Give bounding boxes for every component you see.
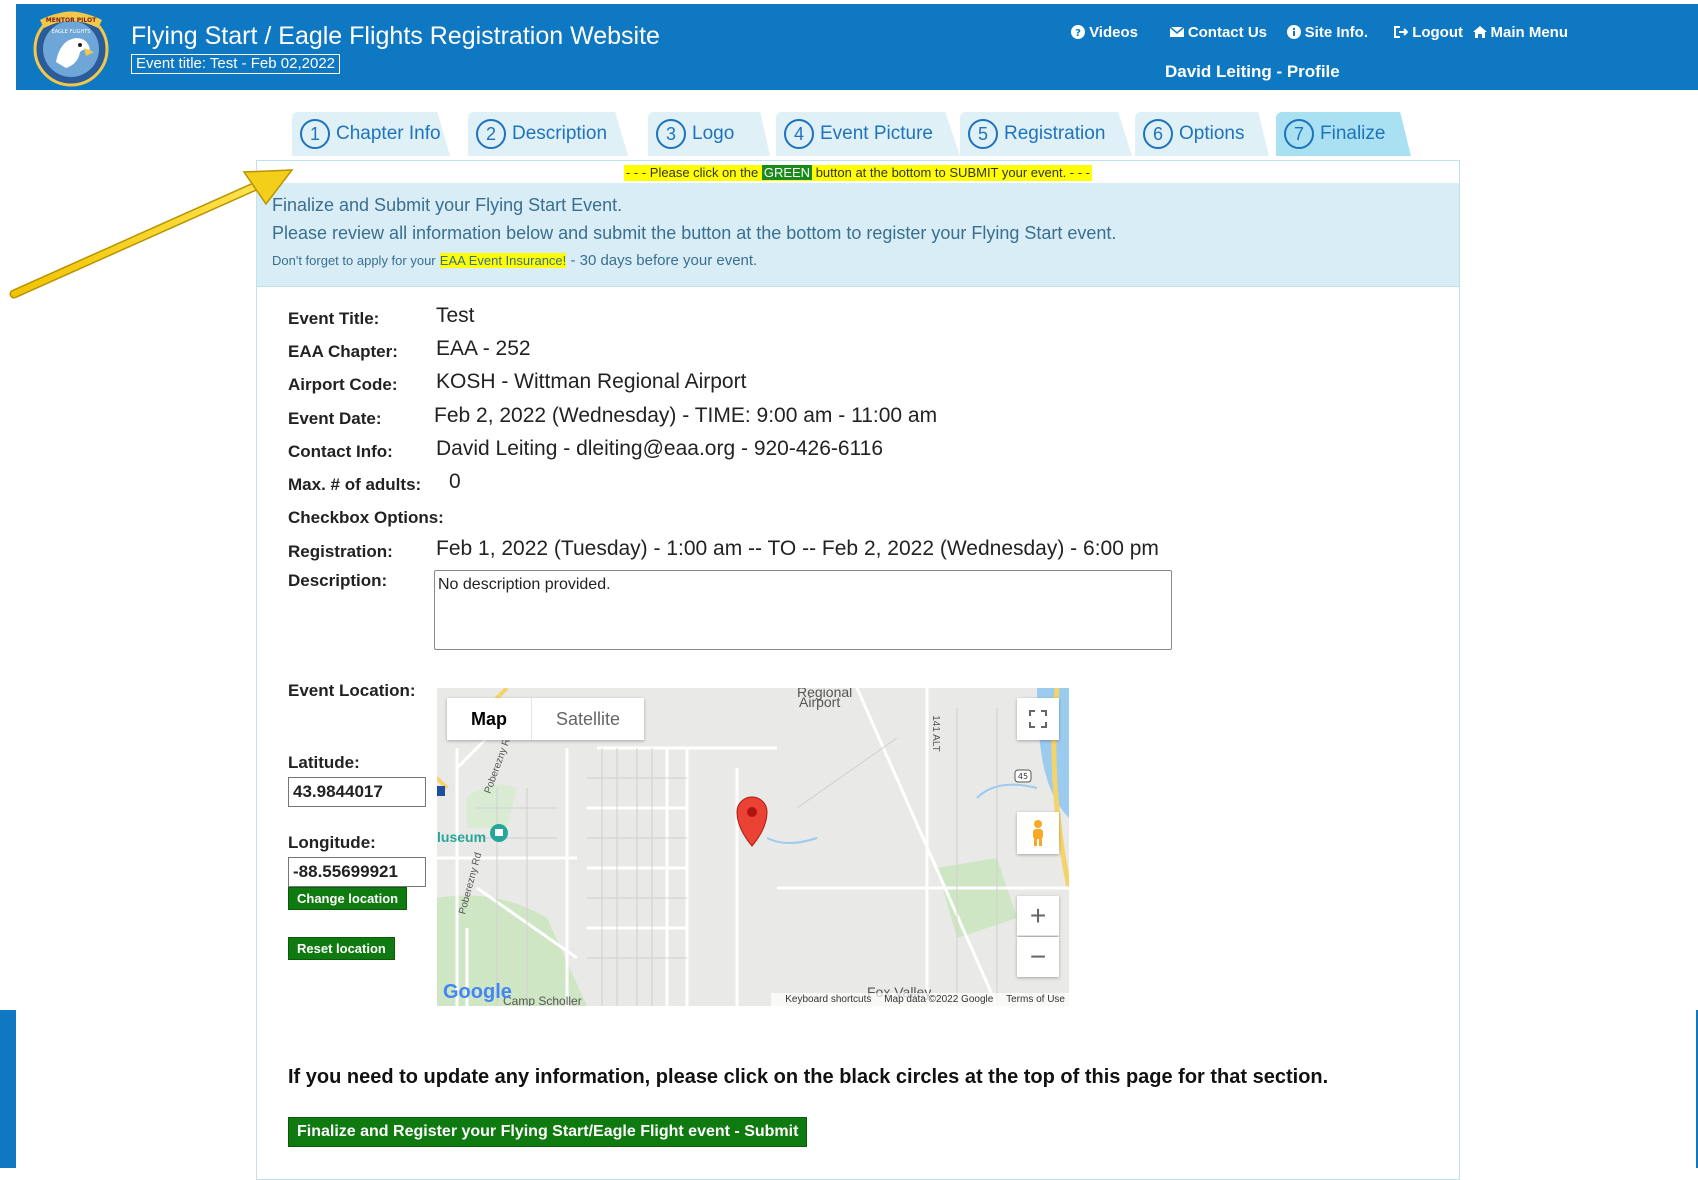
description-textarea[interactable]: No description provided. [434, 570, 1172, 650]
map-label-camp: Camp Scholler [503, 994, 582, 1006]
max-adults-label: Max. # of adults: [288, 475, 422, 494]
logout-icon [1394, 26, 1409, 38]
svg-text:?: ? [1075, 28, 1081, 39]
pegman-icon [1033, 820, 1043, 846]
profile-link[interactable]: David Leiting - Profile [1165, 62, 1340, 82]
contact-label: Contact Info: [288, 442, 393, 461]
airport-label: Airport Code: [288, 375, 398, 394]
nav-main-menu[interactable]: Main Menu [1472, 24, 1568, 41]
change-location-button[interactable]: Change location [288, 887, 408, 910]
latitude-label: Latitude: [288, 753, 360, 772]
event-date-label: Event Date: [288, 409, 382, 428]
satellite-view-button[interactable]: Satellite [532, 698, 644, 740]
info-line-3: Don't forget to apply for your EAA Event… [272, 252, 758, 269]
map-footer: Keyboard shortcuts Map data ©2022 Google… [771, 993, 1069, 1006]
insurance-link[interactable]: EAA Event Insurance! [439, 253, 567, 268]
event-date-value: Feb 2, 2022 (Wednesday) - TIME: 9:00 am … [434, 404, 938, 427]
longitude-label: Longitude: [288, 833, 376, 852]
tab-event-picture[interactable]: 4 Event Picture [776, 112, 960, 156]
annotation-arrow-icon [9, 169, 294, 299]
event-location-map[interactable]: 45 Regional Airport luseum Poberezny Rd … [437, 688, 1069, 1006]
svg-text:45: 45 [1018, 772, 1028, 781]
top-header: MENTOR PILOT EAGLE FLIGHTS Flying Start … [16, 4, 1698, 90]
checkbox-options-label: Checkbox Options: [288, 508, 444, 527]
event-title-label: Event Title: [288, 309, 380, 328]
info-line-2: Please review all information below and … [272, 223, 1117, 243]
map-type-control: Map Satellite [447, 698, 645, 740]
chapter-label: EAA Chapter: [288, 342, 398, 361]
event-location-label: Event Location: [288, 681, 416, 700]
nav-videos[interactable]: ? Videos [1071, 24, 1138, 41]
zoom-in-button[interactable]: + [1017, 896, 1059, 936]
eagle-flights-logo: MENTOR PILOT EAGLE FLIGHTS [33, 11, 109, 87]
registration-value: Feb 1, 2022 (Tuesday) - 1:00 am -- TO --… [436, 537, 1159, 560]
envelope-icon [1169, 26, 1184, 37]
svg-text:EAGLE FLIGHTS: EAGLE FLIGHTS [52, 29, 91, 35]
street-view-pegman[interactable] [1017, 812, 1059, 854]
longitude-input[interactable] [288, 857, 426, 887]
fullscreen-icon [1029, 710, 1047, 728]
nav-logout[interactable]: Logout [1394, 24, 1463, 41]
map-label-airport: Airport [799, 694, 841, 710]
info-circle-icon [1286, 25, 1301, 39]
tab-chapter-info[interactable]: 1 Chapter Info [292, 112, 450, 156]
keyboard-shortcuts-link[interactable]: Keyboard shortcuts [785, 994, 871, 1005]
map-data-attribution: Map data ©2022 Google [884, 994, 994, 1005]
description-label: Description: [288, 571, 388, 590]
svg-text:MENTOR PILOT: MENTOR PILOT [46, 17, 97, 24]
tab-finalize[interactable]: 7 Finalize [1276, 112, 1411, 156]
chapter-value: EAA - 252 [436, 337, 531, 360]
contact-value: David Leiting - dleiting@eaa.org - 920-4… [436, 437, 884, 460]
submit-notice-bar: - - - Please click on the GREEN button a… [257, 161, 1459, 183]
registration-label: Registration: [288, 542, 393, 561]
tab-description[interactable]: 2 Description [468, 112, 628, 156]
event-title-value: Test [436, 304, 475, 327]
finalize-info-box: Finalize and Submit your Flying Start Ev… [257, 183, 1459, 287]
finalize-panel: - - - Please click on the GREEN button a… [256, 160, 1460, 1180]
nav-contact-us[interactable]: Contact Us [1169, 24, 1267, 41]
tab-options[interactable]: 6 Options [1135, 112, 1269, 156]
max-adults-value: 0 [449, 470, 461, 493]
nav-site-info[interactable]: Site Info. [1286, 24, 1368, 41]
zoom-out-button[interactable]: − [1017, 937, 1059, 977]
tab-logo[interactable]: 3 Logo [648, 112, 770, 156]
event-title-badge: Event title: Test - Feb 02,2022 [131, 54, 341, 74]
update-instructions: If you need to update any information, p… [288, 1066, 1329, 1088]
question-circle-icon: ? [1071, 25, 1086, 39]
map-view-button[interactable]: Map [447, 698, 532, 740]
submit-notice: - - - Please click on the GREEN button a… [623, 165, 1093, 181]
airport-value: KOSH - Wittman Regional Airport [436, 370, 747, 393]
tab-registration[interactable]: 5 Registration [960, 112, 1132, 156]
home-icon [1472, 26, 1487, 38]
fullscreen-button[interactable] [1017, 698, 1059, 740]
site-title: Flying Start / Eagle Flights Registratio… [131, 22, 660, 50]
latitude-input[interactable] [288, 777, 426, 807]
map-label-highway: 141 ALT [929, 715, 941, 752]
info-line-1: Finalize and Submit your Flying Start Ev… [272, 195, 623, 215]
finalize-submit-button[interactable]: Finalize and Register your Flying Start/… [288, 1117, 808, 1147]
terms-of-use-link[interactable]: Terms of Use [1006, 994, 1065, 1005]
google-logo: Google [443, 981, 512, 1003]
map-label-museum: luseum [437, 829, 487, 845]
reset-location-button[interactable]: Reset location [288, 937, 395, 960]
left-edge-strip [0, 1010, 16, 1168]
